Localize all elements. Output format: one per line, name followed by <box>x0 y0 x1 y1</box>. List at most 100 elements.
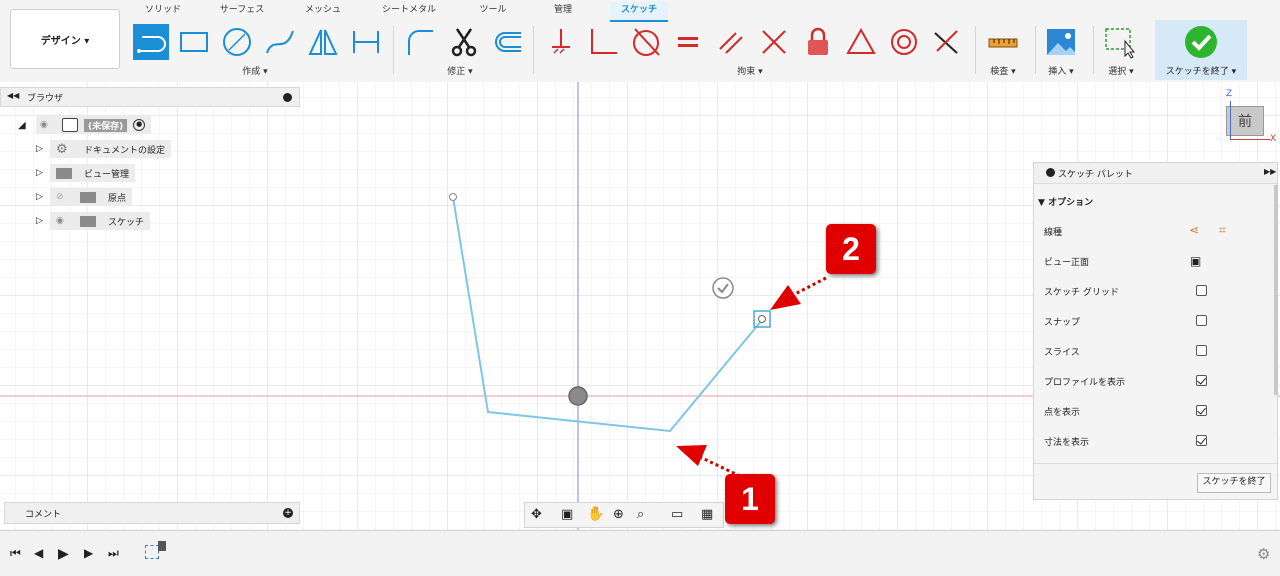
equal-constraint-icon[interactable] <box>670 24 706 60</box>
pan-hand-icon[interactable]: ✋ <box>587 506 604 522</box>
timeline-marker-icon[interactable] <box>158 541 166 551</box>
palette-scrollbar[interactable] <box>1274 185 1278 395</box>
palette-row-linetype: 線種 ⋖ ⌗ <box>1044 216 1274 246</box>
browser-tree: ◢ ◉ (未保存) ● ▷ ⚙ ドキュメントの設定 ▷ ビュー管理 ▷ ⊘ 原点… <box>18 115 178 231</box>
concentric-constraint-icon[interactable] <box>886 24 922 60</box>
rectangle-tool-icon[interactable] <box>176 24 212 60</box>
tree-item-document-settings[interactable]: ▷ ⚙ ドキュメントの設定 <box>18 139 178 159</box>
go-to-start-icon[interactable]: ⏮ <box>10 546 21 561</box>
palette-header[interactable]: スケッチ パレット ▶▶ <box>1034 163 1277 184</box>
fix-lock-icon[interactable] <box>800 24 836 60</box>
expand-triangle-icon[interactable]: ▷ <box>36 168 50 178</box>
create-group-label[interactable]: 作成 ▾ <box>220 64 290 78</box>
inspect-group-label[interactable]: 検査 ▾ <box>978 64 1028 78</box>
folder-icon <box>80 191 96 203</box>
tab-mesh[interactable]: メッシュ <box>298 2 348 20</box>
tangent-constraint-icon[interactable] <box>628 24 664 60</box>
row-label: 点を表示 <box>1044 407 1081 418</box>
viewcube-x-axis <box>1230 139 1270 140</box>
viewcube-z-label: Z <box>1226 89 1233 99</box>
eye-hidden-icon[interactable]: ⊘ <box>56 192 80 202</box>
tab-solid[interactable]: ソリッド <box>140 2 186 20</box>
tree-item-sketches[interactable]: ▷ ◉ スケッチ <box>18 211 178 231</box>
fillet-tool-icon[interactable] <box>402 24 438 60</box>
toolbar-separator <box>975 26 976 74</box>
expand-triangle-icon[interactable]: ▷ <box>36 144 50 154</box>
show-dimensions-checkbox[interactable] <box>1196 435 1207 446</box>
orbit-move-icon[interactable]: ✥ <box>531 507 542 522</box>
add-comment-icon[interactable]: + <box>283 508 293 518</box>
expand-triangle-icon[interactable]: ◢ <box>18 120 36 131</box>
tab-sketch[interactable]: スケッチ <box>610 2 668 22</box>
expand-triangle-icon[interactable]: ▷ <box>36 192 50 202</box>
circle-tool-icon[interactable] <box>219 24 255 60</box>
show-profile-checkbox[interactable] <box>1196 375 1207 386</box>
show-points-checkbox[interactable] <box>1196 405 1207 416</box>
trim-scissors-icon[interactable] <box>446 24 482 60</box>
coincident-constraint-icon[interactable] <box>543 24 579 60</box>
viewcube-z-axis <box>1230 101 1231 139</box>
options-section-header[interactable]: ▼ オプション <box>1038 195 1093 208</box>
collinear-constraint-icon[interactable] <box>928 24 964 60</box>
look-at-icon[interactable]: ▣ <box>561 507 573 522</box>
select-box-icon[interactable] <box>1102 24 1138 60</box>
finish-sketch-button[interactable]: スケッチを終了 ▾ <box>1155 20 1247 80</box>
finish-sketch-palette-button[interactable]: スケッチを終了 <box>1197 473 1271 493</box>
tree-item-named-views[interactable]: ▷ ビュー管理 <box>18 163 178 183</box>
grid-settings-icon[interactable]: ▦ <box>701 507 713 522</box>
timeline-bar: ⏮ ◀ ▶ ▶ ⏭ ⚙ <box>0 530 1280 576</box>
line-end-point <box>758 315 766 323</box>
offset-tool-icon[interactable] <box>490 24 526 60</box>
snap-checkbox[interactable] <box>1196 315 1207 326</box>
line-tool-icon[interactable] <box>133 24 169 60</box>
look-at-icon[interactable]: ▣ <box>1190 254 1201 268</box>
tree-root-item[interactable]: ◢ ◉ (未保存) ● <box>18 115 178 135</box>
insert-image-icon[interactable] <box>1043 24 1079 60</box>
parallel-constraint-icon[interactable] <box>713 24 749 60</box>
tree-item-origin[interactable]: ▷ ⊘ 原点 <box>18 187 178 207</box>
palette-row-snap: スナップ <box>1044 306 1274 336</box>
constraints-group-label[interactable]: 拘束 ▾ <box>715 64 785 78</box>
display-settings-icon[interactable]: ▭ <box>671 507 683 522</box>
sketch-grid-checkbox[interactable] <box>1196 285 1207 296</box>
perpendicular-constraint-icon[interactable] <box>586 24 622 60</box>
minimize-panel-icon[interactable] <box>283 93 292 102</box>
comments-panel[interactable]: コメント + <box>4 502 300 524</box>
zoom-window-icon[interactable]: ⌕ <box>637 507 644 522</box>
select-group-label[interactable]: 選択 ▾ <box>1096 64 1146 78</box>
viewcube[interactable]: 前 <box>1226 106 1264 136</box>
tab-tools[interactable]: ツール <box>470 2 516 20</box>
gear-icon[interactable]: ⚙ <box>1257 545 1270 563</box>
minimize-panel-icon[interactable] <box>1046 168 1055 177</box>
sketch-timeline-icon[interactable] <box>145 545 159 559</box>
play-icon[interactable]: ▶ <box>58 546 69 562</box>
expand-triangle-icon[interactable]: ▷ <box>36 216 50 226</box>
midpoint-triangle-icon[interactable] <box>843 24 879 60</box>
perpendicular-cross-constraint-icon[interactable] <box>756 24 792 60</box>
spline-tool-icon[interactable] <box>262 24 298 60</box>
measure-ruler-icon[interactable] <box>985 24 1021 60</box>
step-back-icon[interactable]: ◀ <box>34 546 43 560</box>
tab-manage[interactable]: 管理 <box>540 2 586 20</box>
go-to-end-icon[interactable]: ⏭ <box>108 546 119 561</box>
dimension-tool-icon[interactable] <box>348 24 384 60</box>
zoom-icon[interactable]: ⊕ <box>613 507 624 522</box>
eye-icon[interactable]: ◉ <box>56 216 80 226</box>
finish-sketch-label: スケッチを終了 ▾ <box>1165 67 1237 77</box>
collapse-arrows-icon[interactable]: ◀◀ <box>7 91 19 100</box>
slice-checkbox[interactable] <box>1196 345 1207 356</box>
tab-surface[interactable]: サーフェス <box>212 2 272 20</box>
eye-icon[interactable]: ◉ <box>40 120 56 130</box>
browser-panel-header[interactable]: ◀◀ ブラウザ <box>0 87 300 107</box>
modify-group-label[interactable]: 修正 ▾ <box>425 64 495 78</box>
centerline-icon[interactable]: ⌗ <box>1219 223 1226 238</box>
tab-sheet-metal[interactable]: シートメタル <box>374 2 444 20</box>
step-forward-icon[interactable]: ▶ <box>84 546 93 560</box>
expand-arrows-icon[interactable]: ▶▶ <box>1264 167 1276 176</box>
construction-line-icon[interactable]: ⋖ <box>1189 223 1199 237</box>
active-radio-icon[interactable]: ● <box>133 119 146 131</box>
mirror-tool-icon[interactable] <box>305 24 341 60</box>
design-workspace-button[interactable]: デザイン ▾ <box>10 9 120 69</box>
row-label: 寸法を表示 <box>1044 437 1090 448</box>
insert-group-label[interactable]: 挿入 ▾ <box>1036 64 1086 78</box>
